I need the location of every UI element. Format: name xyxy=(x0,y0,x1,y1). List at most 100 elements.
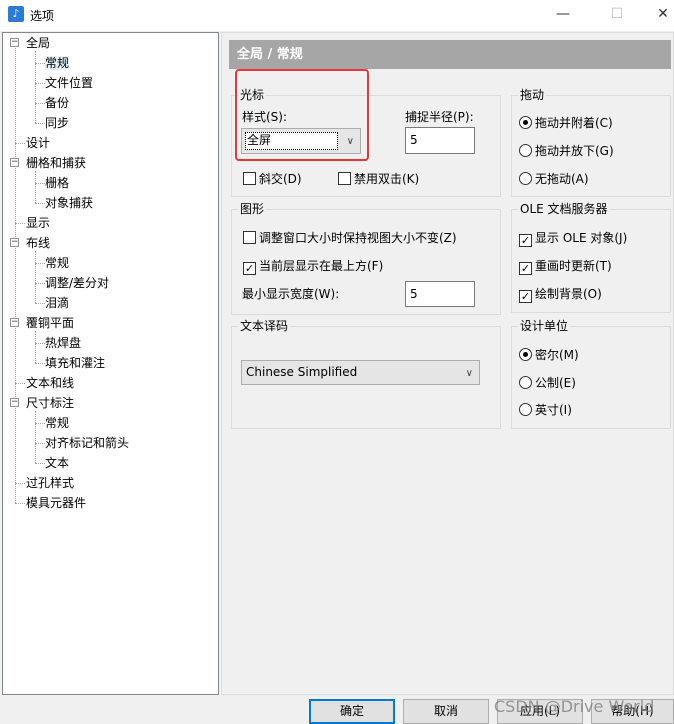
tree-item-via-patterns[interactable]: 过孔样式 xyxy=(26,474,74,492)
draw-background-checkbox[interactable]: ✓ 绘制背景(O) xyxy=(519,287,602,303)
ole-group-title: OLE 文档服务器 xyxy=(518,202,610,217)
radio-dot xyxy=(519,403,532,416)
drag-attach-radio[interactable]: 拖动并附着(C) xyxy=(519,116,613,132)
tree-item-label: 尺寸标注 xyxy=(26,396,75,410)
check-icon: ✓ xyxy=(519,262,532,275)
tree-item-display[interactable]: 显示 xyxy=(26,214,50,232)
minimize-button[interactable]: — xyxy=(540,0,586,31)
tree-item-label: 设计 xyxy=(26,136,51,150)
tree-item-label: 同步 xyxy=(45,116,70,130)
tree-item-label: 泪滴 xyxy=(45,296,70,310)
tree-item-dimension-text[interactable]: 文本 xyxy=(45,454,69,472)
diagonal-checkbox[interactable]: 斜交(D) xyxy=(243,172,302,188)
tree-item-teardrops[interactable]: 泪滴 xyxy=(45,294,69,312)
tree-item-tune-diff-pairs[interactable]: 调整/差分对 xyxy=(45,274,109,292)
chevron-down-icon: ∨ xyxy=(465,368,473,379)
tree-item-design[interactable]: 设计 xyxy=(26,134,50,152)
units-mils-label: 密尔(M) xyxy=(535,348,579,362)
units-inches-label: 英寸(I) xyxy=(535,403,572,417)
tree-item-copper-planes[interactable]: 覆铜平面 xyxy=(26,314,74,332)
cancel-button[interactable]: 取消 xyxy=(403,699,489,724)
tree-item-dimensioning[interactable]: 尺寸标注 xyxy=(26,394,74,412)
close-button[interactable]: ✕ xyxy=(640,0,674,31)
keep-view-size-label: 调整窗口大小时保持视图大小不变(Z) xyxy=(259,231,457,245)
radio-dot xyxy=(519,144,532,157)
disable-double-click-checkbox[interactable]: 禁用双击(K) xyxy=(338,172,419,188)
collapse-icon[interactable]: − xyxy=(10,238,19,247)
tree-item-label: 栅格和捕获 xyxy=(26,156,87,170)
app-icon: ♪ xyxy=(8,6,24,22)
units-inches-radio[interactable]: 英寸(I) xyxy=(519,403,572,419)
tree-item-global-general[interactable]: 常规 xyxy=(45,54,70,72)
options-tree[interactable]: − − − − − 全局 常规 文件位置 备份 同步 设计 栅格和捕获 栅格 对… xyxy=(2,32,219,695)
check-icon: ✓ xyxy=(519,234,532,247)
units-mils-radio[interactable]: 密尔(M) xyxy=(519,348,579,364)
tree-item-label: 热焊盘 xyxy=(45,336,82,350)
disable-double-click-label: 禁用双击(K) xyxy=(354,172,420,186)
tree-item-label: 常规 xyxy=(45,56,70,70)
keep-view-size-checkbox[interactable]: 调整窗口大小时保持视图大小不变(Z) xyxy=(243,231,457,247)
min-width-label: 最小显示宽度(W): xyxy=(242,287,340,301)
tree-item-global[interactable]: 全局 xyxy=(26,34,50,52)
redraw-update-checkbox[interactable]: ✓ 重画时更新(T) xyxy=(519,259,612,275)
panel-header: 全局 / 常规 xyxy=(229,40,671,69)
tree-item-label: 对齐标记和箭头 xyxy=(45,436,130,450)
ok-button[interactable]: 确定 xyxy=(309,699,395,724)
tree-item-fill-pour[interactable]: 填充和灌注 xyxy=(45,354,105,372)
units-metric-radio[interactable]: 公制(E) xyxy=(519,376,576,392)
tree-item-label: 布线 xyxy=(26,236,51,250)
collapse-icon[interactable]: − xyxy=(10,158,19,167)
current-layer-top-checkbox[interactable]: ✓ 当前层显示在最上方(F) xyxy=(243,259,383,275)
collapse-icon[interactable]: − xyxy=(10,38,19,47)
diagonal-checkbox-label: 斜交(D) xyxy=(259,172,302,186)
collapse-icon[interactable]: − xyxy=(10,398,19,407)
units-metric-label: 公制(E) xyxy=(535,376,576,390)
check-icon: ✓ xyxy=(243,262,256,275)
radio-dot xyxy=(519,348,532,361)
tree-item-text-lines[interactable]: 文本和线 xyxy=(26,374,74,392)
text-encoding-value: Chinese Simplified xyxy=(246,365,358,379)
tree-item-routing-general[interactable]: 常规 xyxy=(45,254,69,272)
highlight-box xyxy=(235,69,369,161)
tree-item-die-components[interactable]: 模具元器件 xyxy=(26,494,86,512)
window-title: 选项 xyxy=(30,9,55,23)
tree-item-thermals[interactable]: 热焊盘 xyxy=(45,334,81,352)
radio-dot xyxy=(519,376,532,389)
tree-item-label: 模具元器件 xyxy=(26,496,87,510)
tree-item-grids[interactable]: 栅格 xyxy=(45,174,69,192)
pick-radius-label: 捕捉半径(P): xyxy=(405,110,474,124)
watermark: CSDN @Drive World xyxy=(494,697,655,716)
text-encoding-select[interactable]: Chinese Simplified ∨ xyxy=(241,360,480,385)
tree-item-label: 填充和灌注 xyxy=(45,356,106,370)
tree-item-object-snap[interactable]: 对象捕获 xyxy=(45,194,93,212)
tree-item-label: 过孔样式 xyxy=(26,476,75,490)
radio-dot xyxy=(519,116,532,129)
show-ole-objects-checkbox[interactable]: ✓ 显示 OLE 对象(J) xyxy=(519,231,627,247)
radio-dot xyxy=(519,172,532,185)
text-encoding-group-title: 文本译码 xyxy=(238,319,291,334)
tree-item-grids-snap[interactable]: 栅格和捕获 xyxy=(26,154,86,172)
no-drag-radio[interactable]: 无拖动(A) xyxy=(519,172,589,188)
pick-radius-input[interactable]: 5 xyxy=(405,127,475,154)
tree-item-label: 常规 xyxy=(45,256,70,270)
maximize-button[interactable]: ☐ xyxy=(594,0,640,31)
design-units-group-title: 设计单位 xyxy=(518,319,571,334)
tree-item-routing[interactable]: 布线 xyxy=(26,234,50,252)
drag-attach-label: 拖动并附着(C) xyxy=(535,116,613,130)
graphics-group-title: 图形 xyxy=(238,202,267,217)
tree-item-label: 调整/差分对 xyxy=(45,276,110,290)
tree-item-dimensioning-general[interactable]: 常规 xyxy=(45,414,69,432)
title-bar: ♪ 选项 — ☐ ✕ xyxy=(0,0,674,31)
tree-item-backup[interactable]: 备份 xyxy=(45,94,69,112)
no-drag-label: 无拖动(A) xyxy=(535,172,589,186)
checkbox-box xyxy=(243,172,256,185)
tree-item-alignment-arrows[interactable]: 对齐标记和箭头 xyxy=(45,434,129,452)
tree-item-label: 对象捕获 xyxy=(45,196,94,210)
check-icon: ✓ xyxy=(519,290,532,303)
min-width-input[interactable]: 5 xyxy=(405,281,475,307)
drag-drop-radio[interactable]: 拖动并放下(G) xyxy=(519,144,614,160)
tree-item-file-locations[interactable]: 文件位置 xyxy=(45,74,93,92)
checkbox-box xyxy=(243,231,256,244)
tree-item-sync[interactable]: 同步 xyxy=(45,114,69,132)
collapse-icon[interactable]: − xyxy=(10,318,19,327)
